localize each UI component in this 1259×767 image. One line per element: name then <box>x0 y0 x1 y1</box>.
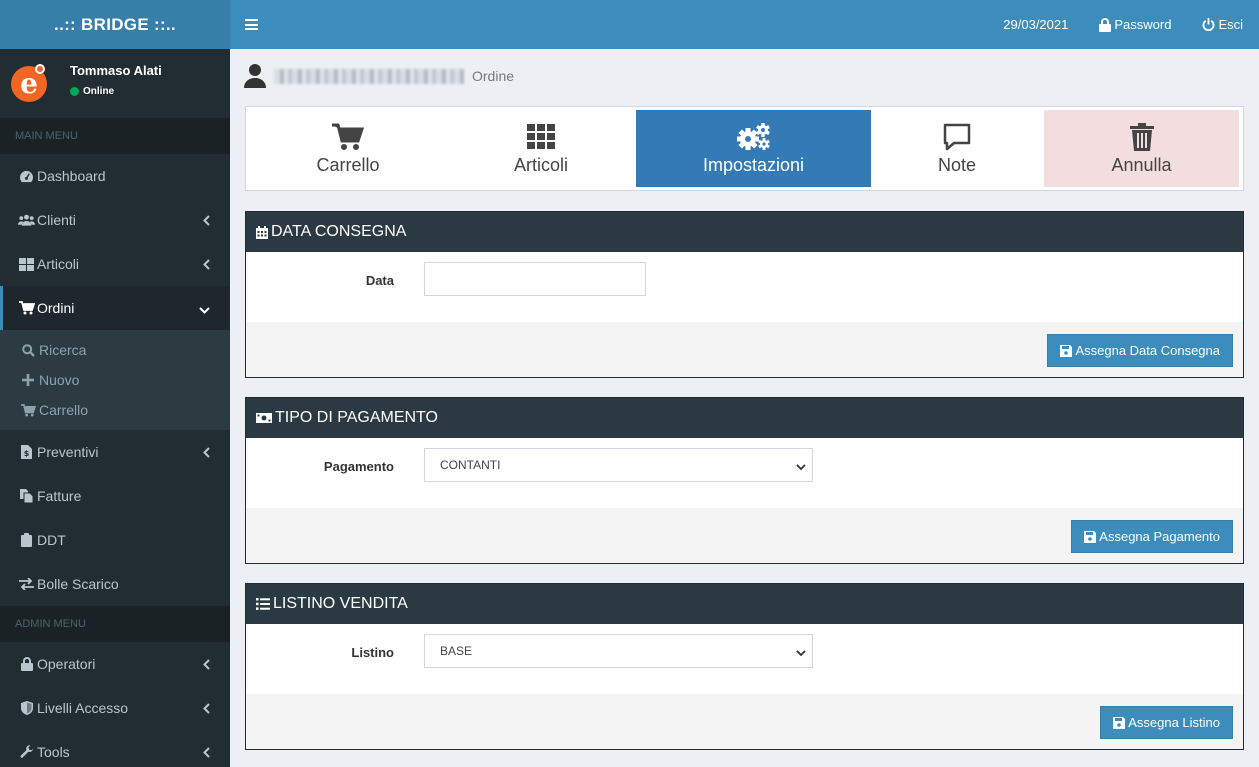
app-logo[interactable]: ..:: BRIDGE ::.. <box>0 0 230 49</box>
chevron-left-icon <box>203 213 210 229</box>
admin-menu-header: ADMIN MENU <box>0 606 230 642</box>
wrench-icon <box>18 745 35 759</box>
sidebar-item-bolle-scarico[interactable]: Bolle Scarico <box>0 562 230 606</box>
panel-header: TIPO DI PAGAMENTO <box>246 398 1243 438</box>
sidebar-item-clienti[interactable]: Clienti <box>0 198 230 242</box>
tab-articoli[interactable]: Articoli <box>447 110 635 187</box>
online-dot-icon <box>70 86 79 96</box>
sidebar: ..:: BRIDGE ::.. e Tommaso Alati Online … <box>0 0 230 767</box>
sidebar-item-livelli-accesso[interactable]: Livelli Accesso <box>0 686 230 730</box>
list-icon <box>256 598 270 610</box>
tab-impostazioni[interactable]: Impostazioni <box>636 110 871 187</box>
chevron-down-icon <box>199 301 210 317</box>
cart-icon <box>18 301 35 315</box>
payment-type-panel: TIPO DI PAGAMENTO Pagamento CONTANTI Ass… <box>245 397 1244 564</box>
panel-header: LISTINO VENDITA <box>246 584 1243 624</box>
clipboard-icon <box>18 533 35 547</box>
hamburger-menu-icon[interactable] <box>245 19 258 30</box>
sidebar-item-fatture[interactable]: Fatture <box>0 474 230 518</box>
sidebar-subitem-ricerca[interactable]: Ricerca <box>0 335 230 365</box>
chevron-left-icon <box>203 445 210 461</box>
current-date: 29/03/2021 <box>1003 17 1069 32</box>
save-icon <box>1084 530 1097 543</box>
logout-link[interactable]: Esci <box>1202 17 1259 32</box>
cart-icon <box>332 123 364 151</box>
panel-header: DATA CONSEGNA <box>246 212 1243 252</box>
ordini-submenu: Ricerca Nuovo Carrello <box>0 330 230 430</box>
top-navbar: 29/03/2021 Password Esci <box>230 0 1259 49</box>
grid-icon <box>527 123 555 151</box>
user-icon <box>244 64 266 88</box>
grid-icon <box>18 257 35 271</box>
shield-icon <box>18 701 35 715</box>
money-icon <box>256 413 272 423</box>
copy-icon <box>18 489 35 503</box>
page-title: Ordine <box>244 64 514 88</box>
date-label: Data <box>365 273 394 288</box>
delivery-date-input[interactable] <box>424 262 646 296</box>
order-tabs: Carrello Articoli Impostazioni Note Annu… <box>245 106 1244 191</box>
file-dollar-icon: $ <box>18 445 35 459</box>
chevron-left-icon <box>203 745 210 761</box>
save-icon <box>1060 344 1073 357</box>
main-menu-header: MAIN MENU <box>0 118 230 154</box>
chevron-left-icon <box>203 701 210 717</box>
payment-label: Pagamento <box>323 459 394 474</box>
dashboard-icon <box>18 170 35 183</box>
sidebar-item-preventivi[interactable]: $ Preventivi <box>0 430 230 474</box>
password-link[interactable]: Password <box>1099 17 1171 32</box>
chevron-down-icon <box>796 460 806 474</box>
price-list-label: Listino <box>351 645 394 660</box>
sidebar-subitem-nuovo[interactable]: Nuovo <box>0 365 230 395</box>
sidebar-item-ordini[interactable]: Ordini <box>0 286 230 330</box>
calendar-icon <box>256 225 268 239</box>
trash-icon <box>1129 123 1154 151</box>
user-avatar: e <box>11 63 47 102</box>
sidebar-item-dashboard[interactable]: Dashboard <box>0 154 230 198</box>
comment-icon <box>943 123 971 151</box>
sidebar-subitem-carrello[interactable]: Carrello <box>0 395 230 425</box>
users-icon <box>18 214 35 226</box>
exchange-icon <box>18 578 35 590</box>
lock-icon <box>1099 17 1112 32</box>
cart-icon <box>20 403 36 417</box>
tab-annulla[interactable]: Annulla <box>1044 110 1239 187</box>
page-subtitle: Ordine <box>472 68 515 84</box>
chevron-down-icon <box>796 646 806 660</box>
price-list-panel: LISTINO VENDITA Listino BASE Assegna Lis… <box>245 583 1244 750</box>
tab-carrello[interactable]: Carrello <box>249 110 447 187</box>
assign-delivery-date-button[interactable]: Assegna Data Consegna <box>1047 334 1233 367</box>
assign-payment-button[interactable]: Assegna Pagamento <box>1071 520 1233 553</box>
assign-price-list-button[interactable]: Assegna Listino <box>1100 706 1233 739</box>
price-list-select[interactable]: BASE <box>424 634 813 668</box>
power-icon <box>1202 18 1215 31</box>
search-icon <box>20 343 36 357</box>
plus-icon <box>20 374 36 386</box>
chevron-left-icon <box>203 257 210 273</box>
svg-text:$: $ <box>24 449 30 458</box>
sidebar-item-tools[interactable]: Tools <box>0 730 230 767</box>
customer-name-redacted <box>274 68 464 84</box>
main-content: Ordine Carrello Articoli Impostazioni No… <box>230 49 1259 767</box>
lock-icon <box>18 657 35 671</box>
user-name: Tommaso Alati <box>70 62 162 78</box>
user-status: Online <box>70 86 162 97</box>
sidebar-item-operatori[interactable]: Operatori <box>0 642 230 686</box>
chevron-left-icon <box>203 657 210 673</box>
payment-select[interactable]: CONTANTI <box>424 448 813 482</box>
sidebar-item-articoli[interactable]: Articoli <box>0 242 230 286</box>
sidebar-item-ddt[interactable]: DDT <box>0 518 230 562</box>
tab-note[interactable]: Note <box>871 110 1043 187</box>
cogs-icon <box>736 123 772 151</box>
delivery-date-panel: DATA CONSEGNA Data Assegna Data Consegna <box>245 211 1244 378</box>
user-panel: e Tommaso Alati Online <box>0 49 230 118</box>
save-icon <box>1113 716 1126 729</box>
